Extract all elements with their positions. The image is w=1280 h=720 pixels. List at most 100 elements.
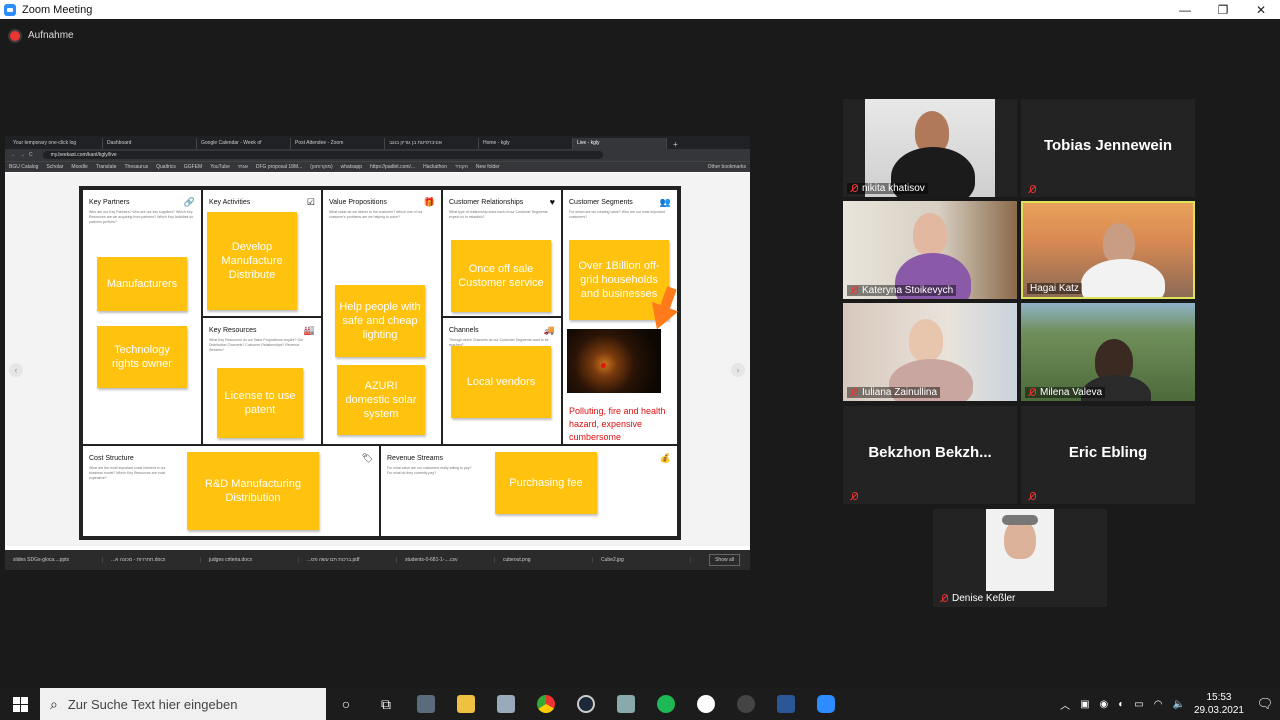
money-bag-icon: 💰	[659, 453, 671, 463]
bookmark[interactable]: New folder	[476, 164, 500, 170]
bookmark[interactable]: Scholar	[46, 164, 63, 170]
participant-tile[interactable]: nikita khatisov	[843, 99, 1017, 197]
sticky-note[interactable]: Help people with safe and cheap lighting	[335, 285, 425, 357]
sticky-note[interactable]: Manufacturers	[97, 257, 187, 311]
bookmark[interactable]: DFG proposal 18M...	[256, 164, 302, 170]
participant-tile[interactable]: Tobias Jennewein	[1021, 99, 1195, 197]
beekast-page: ‹ › Key Partners 🔗 Who are our Key Partn…	[5, 173, 750, 546]
zoom-app-icon	[4, 3, 16, 16]
participant-tile[interactable]: Bekzhon Bekzh...	[843, 406, 1017, 504]
bookmark[interactable]: GGFEM	[184, 164, 202, 170]
bookmark[interactable]: whatsapp	[341, 164, 362, 170]
url-field[interactable]: my.beekast.com/kant/kgly/live	[42, 151, 603, 159]
sticky-note[interactable]: License to use patent	[217, 368, 303, 438]
bookmark[interactable]: https://padlet.com/...	[370, 164, 415, 170]
download-item[interactable]: slides SDGs-gloca....pptx	[5, 557, 103, 563]
revenue-streams-cell: Revenue Streams 💰 For what value are our…	[380, 445, 678, 537]
browser-tab[interactable]: Home - kgly	[479, 138, 573, 149]
participant-name-label: Milena Valeva	[1025, 387, 1106, 398]
bookmark[interactable]: (מוקרותוון)	[310, 164, 332, 170]
wifi-icon[interactable]: ◠	[1154, 699, 1163, 710]
sticky-note[interactable]: Develop Manufacture Distribute	[207, 212, 297, 310]
other-bookmarks[interactable]: Other bookmarks	[708, 164, 746, 170]
show-all-button[interactable]: Show all	[709, 554, 740, 566]
start-button[interactable]	[0, 688, 40, 720]
sticky-note[interactable]: Once off sale Customer service	[451, 240, 551, 312]
bookmark[interactable]: Translate	[96, 164, 117, 170]
download-item[interactable]: ...תחרויות - מכונה א.docx	[103, 557, 201, 563]
download-item[interactable]: students-0-681-1-....csv	[397, 557, 495, 563]
download-item[interactable]: cubeout.png	[495, 557, 593, 563]
task-view-icon[interactable]: ⧉	[366, 688, 406, 720]
spotify-icon[interactable]	[646, 688, 686, 720]
participant-tile[interactable]: Iuliana Zainullina	[843, 303, 1017, 401]
sticky-note[interactable]: R&D Manufacturing Distribution	[187, 452, 319, 530]
bookmark[interactable]: Hackathon	[423, 164, 447, 170]
bookmark[interactable]: Qualtrics	[156, 164, 176, 170]
word-icon[interactable]	[766, 688, 806, 720]
chrome-icon[interactable]	[526, 688, 566, 720]
notification-icon[interactable]: 🗨	[1250, 696, 1280, 712]
volume-icon[interactable]: 🔈	[1172, 699, 1184, 710]
browser-tab[interactable]: Dashboard	[103, 138, 197, 149]
browser-tab[interactable]: Your temporary one-click log	[9, 138, 103, 149]
bookmark[interactable]: אגתי	[238, 164, 248, 170]
steam-icon[interactable]	[566, 688, 606, 720]
bookmark[interactable]: Thesaurus	[125, 164, 149, 170]
cell-title: Key Resources	[209, 327, 257, 334]
battery-icon[interactable]: ▭	[1134, 699, 1143, 710]
new-tab-icon[interactable]: +	[667, 140, 684, 149]
sticky-note[interactable]: Local vendors	[451, 346, 551, 418]
network-drive-icon[interactable]	[606, 688, 646, 720]
browser-tab[interactable]: Google Calendar - Week of	[197, 138, 291, 149]
participant-tile[interactable]: Denise Keßler	[933, 509, 1107, 607]
tray-app-icon[interactable]: ◉	[1100, 699, 1109, 710]
chevron-up-icon[interactable]: ︿	[1060, 697, 1070, 712]
participant-tile[interactable]: Eric Ebling	[1021, 406, 1195, 504]
mic-muted-icon	[1028, 185, 1036, 194]
cortana-icon[interactable]: ○	[326, 688, 366, 720]
browser-tab[interactable]: אוניברסיטת בן גוריון בנגב	[385, 138, 479, 149]
gift-icon: 🎁	[423, 197, 435, 207]
window-title: Zoom Meeting	[22, 3, 93, 16]
windows-taskbar: ⌕ Zur Suche Text hier eingeben ○ ⧉ ︿ ▣ ◉…	[0, 688, 1280, 720]
next-arrow-icon[interactable]: ›	[731, 363, 745, 377]
tray-app-icon[interactable]: ▣	[1080, 699, 1089, 710]
sticky-note[interactable]: AZURI domestic solar system	[337, 365, 425, 435]
sticky-note[interactable]: Purchasing fee	[495, 452, 597, 514]
clock[interactable]: 15:53 29.03.2021	[1194, 691, 1244, 717]
recording-indicator[interactable]: Aufnahme	[10, 30, 74, 41]
browser-tab-active[interactable]: Live - kgly	[573, 138, 667, 149]
download-item[interactable]: Cube2.jpg	[593, 557, 691, 563]
notepad-icon[interactable]	[486, 688, 526, 720]
w-app-icon[interactable]	[686, 688, 726, 720]
download-item[interactable]: judges criteria.docx	[201, 557, 299, 563]
minimize-button[interactable]: —	[1166, 0, 1204, 19]
taskbar-search[interactable]: ⌕ Zur Suche Text hier eingeben	[40, 688, 326, 720]
cell-questions: Who are our Key Partners? Who are our ke…	[89, 210, 194, 224]
tray-app-icon[interactable]: ◐	[1118, 699, 1124, 710]
zoom-taskbar-icon[interactable]	[806, 688, 846, 720]
participant-tile[interactable]: Milena Valeva	[1021, 303, 1195, 401]
nav-arrows-icon[interactable]: ←→C	[11, 152, 37, 158]
participant-name-label: nikita khatisov	[847, 183, 928, 194]
sticky-note[interactable]: Technology rights owner	[97, 326, 187, 388]
mic-muted-icon	[850, 184, 858, 193]
bookmark[interactable]: BGU Catalog	[9, 164, 38, 170]
maximize-button[interactable]: ❐	[1204, 0, 1242, 19]
mic-muted-icon	[940, 594, 948, 603]
file-explorer-icon[interactable]	[446, 688, 486, 720]
participant-tile[interactable]: Kateryna Stoikevych	[843, 201, 1017, 299]
bookmark[interactable]: YouTube	[210, 164, 230, 170]
participant-tile-active-speaker[interactable]: Hagai Katz	[1021, 201, 1195, 299]
tag-icon: 🏷	[361, 453, 373, 463]
mic-muted-icon	[1028, 388, 1036, 397]
obs-icon[interactable]	[726, 688, 766, 720]
prev-arrow-icon[interactable]: ‹	[9, 363, 23, 377]
browser-tab[interactable]: Post Attendee - Zoom	[291, 138, 385, 149]
bookmark[interactable]: הקורד	[455, 164, 468, 170]
calculator-icon[interactable]	[406, 688, 446, 720]
close-button[interactable]: ✕	[1242, 0, 1280, 19]
download-item[interactable]: ...ברכות תם עשה פס.pdf	[299, 557, 397, 563]
bookmark[interactable]: Moodle	[71, 164, 87, 170]
